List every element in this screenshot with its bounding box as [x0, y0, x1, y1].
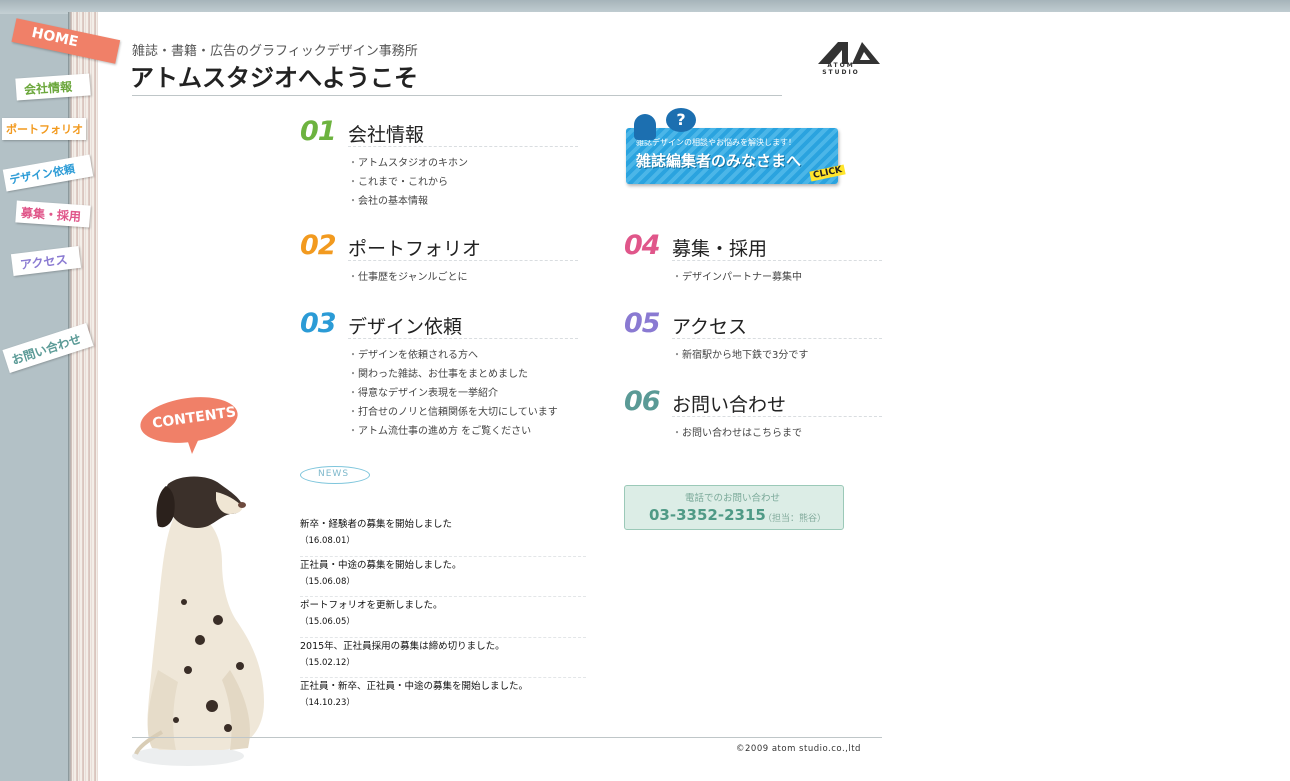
question-bubble-icon: ? [666, 108, 696, 132]
news-item: 正社員・新卒、正社員・中途の募集を開始しました。 （14.10.23） [300, 678, 586, 719]
phone-label: 電話でのお問い合わせ [685, 493, 781, 504]
section-link[interactable]: これまで・これから [348, 173, 468, 192]
logo-wordmark: ATOM STUDIO [822, 62, 860, 76]
editors-banner[interactable]: 雑誌デザインの相談やお悩みを解決します！ 雑誌編集者のみなさまへ ? CLICK [626, 108, 846, 188]
news-item: 正社員・中途の募集を開始しました。 （15.06.08） [300, 557, 586, 597]
section-links: デザインを依頼される方へ 関わった雑誌、お仕事をまとめました 得意なデザイン表現… [348, 346, 558, 441]
news-list: 新卒・経験者の募集を開始しました （16.08.01） 正社員・中途の募集を開始… [300, 516, 586, 719]
section-divider [672, 260, 882, 261]
section-number: 05 [624, 308, 661, 339]
news-date: （15.06.05） [300, 617, 355, 627]
footer-divider [132, 737, 882, 738]
section-number: 02 [300, 230, 337, 261]
news-title[interactable]: 正社員・中途の募集を開始しました。 [300, 559, 586, 573]
news-title[interactable]: 正社員・新卒、正社員・中途の募集を開始しました。 [300, 680, 586, 694]
news-label: NEWS [300, 464, 372, 486]
section-divider [672, 338, 882, 339]
section-link[interactable]: アトムスタジオのキホン [348, 154, 468, 173]
section-title[interactable]: アクセス [672, 312, 747, 339]
section-title[interactable]: デザイン依頼 [348, 312, 462, 339]
banner-headline: 雑誌編集者のみなさまへ [636, 152, 802, 170]
section-link[interactable]: アトム流仕事の進め方 をご覧ください [348, 422, 558, 441]
section-link[interactable]: 仕事歴をジャンルごとに [348, 268, 468, 287]
atom-studio-logo[interactable]: ATOM STUDIO [818, 40, 884, 84]
news-title[interactable]: 2015年、正社員採用の募集は締め切りました。 [300, 640, 586, 654]
news-date: （14.10.23） [300, 698, 355, 708]
news-title[interactable]: 新卒・経験者の募集を開始しました [300, 518, 586, 532]
phone-contact-box: 電話でのお問い合わせ 03-3352-2315 （担当：熊谷） [624, 485, 844, 530]
section-number: 03 [300, 308, 337, 339]
phone-number[interactable]: 03-3352-2315 [649, 506, 766, 524]
phone-contact-person: （担当：熊谷） [763, 514, 827, 524]
section-link[interactable]: デザインパートナー募集中 [672, 268, 802, 287]
section-links: お問い合わせはこちらまで [672, 424, 802, 443]
section-links: 新宿駅から地下鉄で3分です [672, 346, 808, 365]
person-silhouette-icon [634, 114, 656, 140]
section-link[interactable]: デザインを依頼される方へ [348, 346, 558, 365]
news-date: （15.02.12） [300, 657, 355, 668]
news-date: （15.06.08） [300, 576, 355, 587]
header-divider [132, 95, 782, 96]
section-links: デザインパートナー募集中 [672, 268, 802, 287]
section-number: 06 [624, 386, 661, 417]
section-link[interactable]: 会社の基本情報 [348, 192, 468, 211]
news-date: （16.08.01） [300, 536, 355, 546]
site-subtitle: 雑誌・書籍・広告のグラフィックデザイン事務所 [132, 44, 418, 59]
news-item: ポートフォリオを更新しました。 （15.06.05） [300, 597, 586, 638]
section-title[interactable]: 会社情報 [348, 120, 424, 147]
dog-illustration [132, 476, 264, 766]
speech-bubble-tail [186, 436, 200, 454]
section-link[interactable]: 関わった雑誌、お仕事をまとめました [348, 365, 558, 384]
banner-caption: 雑誌デザインの相談やお悩みを解決します！ [636, 138, 796, 147]
section-title[interactable]: ポートフォリオ [348, 234, 481, 261]
section-title[interactable]: 募集・採用 [672, 234, 767, 261]
section-number: 04 [624, 230, 661, 261]
section-link[interactable]: 新宿駅から地下鉄で3分です [672, 346, 808, 365]
contents-bubble: CONTENTS [137, 391, 241, 458]
nav-portfolio[interactable]: ポートフォリオ [2, 118, 86, 140]
section-link[interactable]: 得意なデザイン表現を一挙紹介 [348, 384, 558, 403]
news-item: 2015年、正社員採用の募集は締め切りました。 （15.02.12） [300, 638, 586, 678]
news-title[interactable]: ポートフォリオを更新しました。 [300, 599, 586, 613]
news-item: 新卒・経験者の募集を開始しました （16.08.01） [300, 516, 586, 557]
section-divider [348, 260, 578, 261]
page-title: アトムスタジオへようこそ [130, 64, 418, 92]
section-title[interactable]: お問い合わせ [672, 390, 786, 417]
section-divider [348, 146, 578, 147]
nav-recruit[interactable]: 募集・採用 [15, 200, 91, 228]
section-divider [672, 416, 882, 417]
section-link[interactable]: 打合せのノリと信頼関係を大切にしています [348, 403, 558, 422]
news-label-text: NEWS [318, 469, 350, 479]
banner-body: 雑誌デザインの相談やお悩みを解決します！ 雑誌編集者のみなさまへ [626, 128, 838, 184]
section-divider [348, 338, 578, 339]
copyright: ©2009 atom studio.co.,ltd [736, 744, 861, 754]
section-links: 仕事歴をジャンルごとに [348, 268, 468, 287]
section-links: アトムスタジオのキホン これまで・これから 会社の基本情報 [348, 154, 468, 211]
section-link[interactable]: お問い合わせはこちらまで [672, 424, 802, 443]
section-number: 01 [300, 116, 337, 147]
